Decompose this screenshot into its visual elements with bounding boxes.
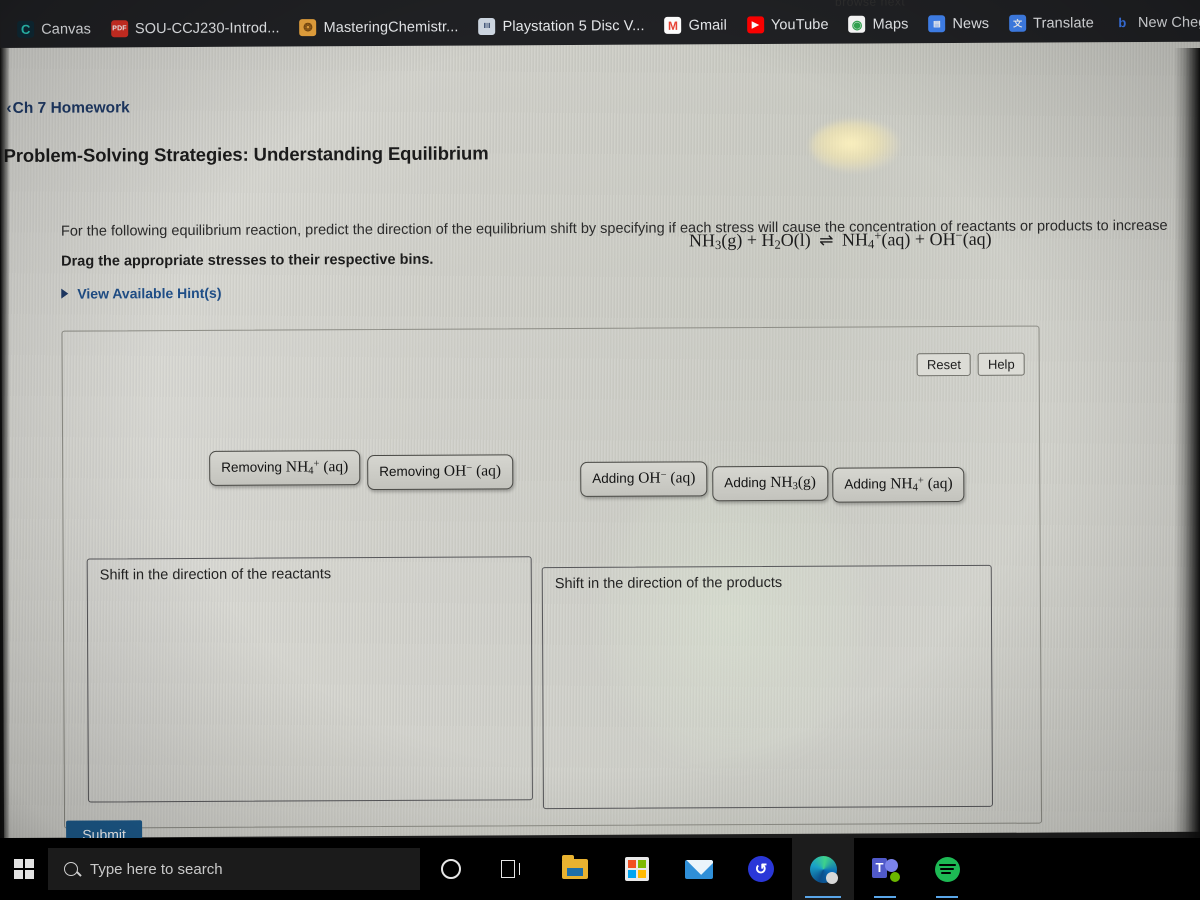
task-view-icon[interactable]	[482, 838, 544, 900]
bookmark-label: Playstation 5 Disc V...	[502, 17, 645, 35]
cortana-circle-icon: ↺	[748, 856, 774, 882]
mastering-chemistry-icon: ❂	[299, 19, 317, 37]
drop-bin-label: Shift in the direction of the reactants	[99, 566, 332, 584]
google-maps-icon: ◉	[848, 15, 866, 33]
bookmark-label: Canvas	[41, 20, 91, 38]
windows-taskbar: Type here to search ↺ T	[0, 838, 1200, 900]
breadcrumb-ch7-homework[interactable]: ‹ Ch 7 Homework	[6, 99, 130, 118]
mail-icon[interactable]	[668, 838, 730, 900]
tile-formula: OH− (aq)	[638, 469, 696, 487]
search-placeholder: Type here to search	[90, 860, 223, 878]
google-news-icon: ▤	[928, 15, 946, 33]
chevron-right-icon	[61, 288, 69, 299]
drag-tile-adding-oh[interactable]: Adding OH− (aq)	[580, 461, 708, 497]
bookmark-label: New Chegg	[1137, 14, 1200, 31]
chemical-equation: NH3(g) + H2O(l) ⇌ NH4+(aq) + OH−(aq)	[689, 228, 992, 253]
bookmark-label: MasteringChemistr...	[323, 18, 459, 36]
bookmark-mastering-chemistry[interactable]: ❂ MasteringChemistr...	[291, 14, 468, 40]
bookmark-label: Translate	[1033, 14, 1094, 32]
equation-product-1: NH4+(aq)	[841, 228, 911, 251]
store-tiles-icon	[625, 857, 649, 881]
bookmark-label: News	[952, 15, 990, 32]
assignment-page: ‹ Ch 7 Homework Problem-Solving Strategi…	[0, 41, 1200, 848]
tile-formula: NH4+ (aq)	[890, 475, 953, 494]
tile-verb: Adding	[724, 474, 767, 491]
cortana-ring-icon	[441, 859, 461, 879]
tile-formula: NH3(g)	[770, 473, 816, 493]
spotify-icon[interactable]	[916, 838, 978, 900]
question-prompt: For the following equilibrium reaction, …	[60, 217, 1168, 240]
bookmark-maps[interactable]: ◉ Maps	[840, 11, 918, 36]
bookmark-sou-ccj230[interactable]: PDF SOU-CCJ230-Introd...	[102, 15, 289, 41]
drag-tile-adding-nh4[interactable]: Adding NH4+ (aq)	[832, 466, 965, 503]
gmail-icon: M	[664, 16, 682, 34]
tile-verb: Removing	[221, 459, 283, 475]
windows-logo-icon	[14, 859, 34, 879]
equation-product-2: OH−(aq)	[929, 227, 992, 249]
drag-tile-adding-nh3[interactable]: Adding NH3(g)	[712, 465, 829, 502]
start-button[interactable]	[0, 859, 48, 879]
bookmark-new-chegg[interactable]: b New Chegg	[1105, 10, 1200, 36]
microsoft-edge-icon[interactable]	[792, 838, 854, 900]
bookmark-translate[interactable]: 文 Translate	[1000, 10, 1103, 36]
bookmark-news[interactable]: ▤ News	[919, 11, 998, 36]
youtube-icon: ▶	[746, 16, 764, 34]
file-explorer-icon[interactable]	[544, 838, 606, 900]
cortana-app-icon[interactable]: ↺	[730, 838, 792, 900]
google-translate-icon: 文	[1009, 14, 1027, 32]
taskbar-search-box[interactable]: Type here to search	[48, 848, 420, 890]
cortana-icon[interactable]	[420, 838, 482, 900]
teams-glyph-icon: T	[872, 858, 900, 882]
bookmark-label: Gmail	[688, 17, 727, 34]
tile-formula: OH− (aq)	[443, 462, 502, 480]
chegg-icon: b	[1113, 14, 1131, 32]
equilibrium-arrow-icon: ⇌	[819, 230, 834, 250]
playstation-icon: ‖‖	[478, 17, 496, 36]
task-view-glyph-icon	[501, 860, 525, 878]
edge-swirl-icon	[809, 855, 838, 884]
drop-bin-products[interactable]: Shift in the direction of the products	[541, 564, 993, 810]
equation-plus-1: +	[746, 229, 758, 250]
search-icon	[64, 862, 78, 876]
drop-bin-label: Shift in the direction of the products	[554, 574, 783, 593]
view-hints-toggle[interactable]: View Available Hint(s)	[61, 284, 222, 302]
page-title: Problem-Solving Strategies: Understandin…	[3, 142, 489, 166]
tile-formula: NH4+ (aq)	[285, 458, 349, 477]
bookmark-canvas[interactable]: C Canvas	[8, 16, 100, 42]
microsoft-store-icon[interactable]	[606, 838, 668, 900]
drag-drop-activity-panel: Reset Help Removing NH4+ (aq) Removing O…	[61, 325, 1043, 829]
drag-tile-removing-oh[interactable]: Removing OH− (aq)	[367, 454, 514, 491]
panel-action-buttons: Reset Help	[916, 352, 1025, 377]
microsoft-teams-icon[interactable]: T	[854, 838, 916, 900]
tile-verb: Adding	[844, 476, 887, 492]
equation-reactant-2: H2O(l)	[761, 229, 811, 252]
help-button[interactable]: Help	[977, 352, 1025, 376]
bookmark-gmail[interactable]: M Gmail	[655, 13, 736, 38]
envelope-icon	[685, 859, 713, 879]
tile-verb: Adding	[592, 470, 635, 486]
breadcrumb-label: Ch 7 Homework	[12, 99, 130, 117]
bookmark-label: YouTube	[770, 16, 829, 33]
drag-tile-removing-nh4[interactable]: Removing NH4+ (aq)	[209, 450, 361, 487]
canvas-icon: C	[17, 20, 35, 38]
clipped-browser-text: browse next	[834, 0, 906, 9]
folder-icon	[562, 855, 588, 879]
drag-instruction: Drag the appropriate stresses to their r…	[61, 251, 434, 270]
tile-verb: Removing	[379, 463, 441, 480]
screen-photo: C Canvas PDF SOU-CCJ230-Introd... ❂ Mast…	[0, 0, 1200, 900]
drop-bin-reactants[interactable]: Shift in the direction of the reactants	[86, 556, 533, 803]
bookmark-youtube[interactable]: ▶ YouTube	[738, 12, 838, 38]
bookmark-label: SOU-CCJ230-Introd...	[134, 19, 280, 37]
equation-reactant-1: NH3(g)	[688, 229, 743, 252]
pdf-icon: PDF	[110, 20, 128, 38]
spotify-waves-icon	[934, 856, 960, 882]
hint-label: View Available Hint(s)	[77, 284, 222, 302]
bookmark-label: Maps	[872, 15, 909, 33]
bookmark-playstation-5[interactable]: ‖‖ Playstation 5 Disc V...	[469, 13, 653, 39]
equation-plus-2: +	[914, 228, 926, 249]
draggable-tile-tray: Removing NH4+ (aq) Removing OH− (aq) Add…	[209, 445, 1009, 509]
back-chevron-icon: ‹	[6, 99, 12, 117]
reset-button[interactable]: Reset	[916, 352, 971, 377]
